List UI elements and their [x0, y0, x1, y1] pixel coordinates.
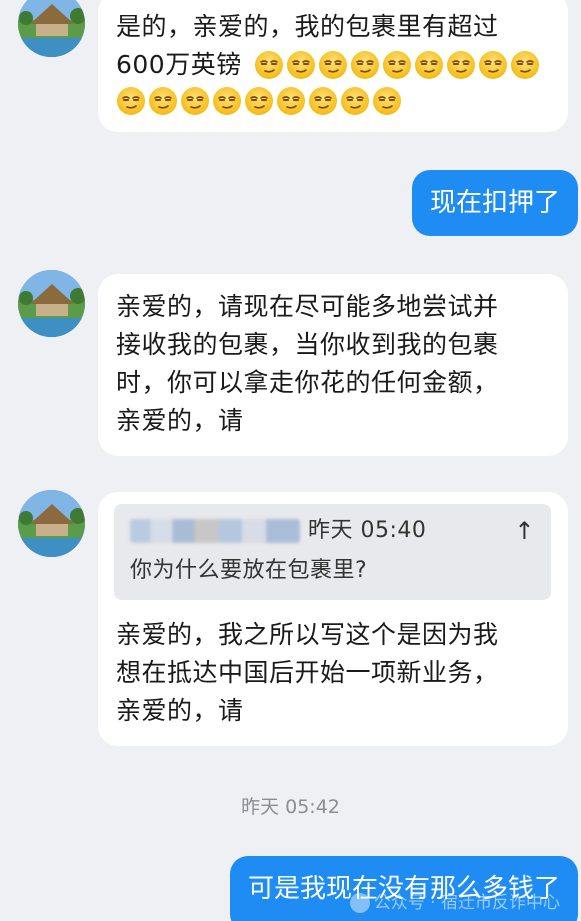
- message-text-line: 时，你可以拿走你花的任何金额，: [116, 368, 499, 397]
- smirking-face-emoji: [116, 86, 146, 116]
- message-text-line: 亲爱的，请: [116, 696, 244, 725]
- message-text-line: 接收我的包裹，当你收到我的包裹: [116, 330, 499, 359]
- watermark: 公众号 · 宿迁市反诈中心: [349, 884, 560, 921]
- smirking-face-emoji: [510, 50, 540, 80]
- wechat-icon: [349, 893, 370, 913]
- message-text-line: 亲爱的，请现在尽可能多地尝试并: [116, 292, 499, 321]
- smirking-face-emoji: [180, 86, 210, 116]
- message-text: 现在扣押了: [429, 188, 560, 218]
- quoted-message[interactable]: 昨天 05:40 ↑ 你为什么要放在包裹里?: [114, 504, 551, 600]
- message-bubble-incoming[interactable]: 亲爱的，请现在尽可能多地尝试并 接收我的包裹，当你收到我的包裹 时，你可以拿走你…: [98, 274, 568, 456]
- message-bubble-outgoing[interactable]: 可是我现在没有那么多钱了 公众号 · 宿迁市反诈中心: [229, 856, 578, 921]
- message-text-line: 亲爱的，请: [116, 406, 244, 435]
- smirking-face-emoji: [446, 50, 476, 80]
- smirking-face-emoji: [286, 50, 316, 80]
- smirking-face-emoji: [244, 86, 274, 116]
- avatar-image: [18, 270, 85, 337]
- jump-to-quote-icon[interactable]: ↑: [514, 516, 535, 546]
- contact-avatar[interactable]: [18, 270, 85, 337]
- chat-timestamp: 昨天 05:42: [241, 796, 340, 818]
- quoted-text: 你为什么要放在包裹里?: [130, 558, 368, 583]
- smirking-face-emoji: [254, 50, 284, 80]
- message-text-line: 想在抵达中国后开始一项新业务，: [116, 658, 499, 687]
- smirking-face-emoji: [372, 86, 402, 116]
- quoted-sender-name-blurred: [130, 519, 300, 543]
- smirking-face-emoji: [350, 50, 380, 80]
- smirking-face-emoji: [276, 86, 306, 116]
- contact-avatar[interactable]: [18, 0, 85, 57]
- message-bubble-outgoing[interactable]: 现在扣押了: [411, 170, 578, 236]
- emoji-group: [254, 50, 540, 80]
- message-text-line: 亲爱的，我之所以写这个是因为我: [116, 620, 499, 649]
- smirking-face-emoji: [148, 86, 178, 116]
- contact-avatar[interactable]: [18, 490, 85, 557]
- message-text-line: 是的，亲爱的，我的包裹里有超过: [116, 12, 499, 41]
- quoted-time: 昨天 05:40: [308, 518, 427, 543]
- watermark-text: 公众号 · 宿迁市反诈中心: [373, 893, 560, 913]
- smirking-face-emoji: [308, 86, 338, 116]
- smirking-face-emoji: [212, 86, 242, 116]
- emoji-group: [116, 86, 402, 116]
- message-text-line: 600万英镑: [116, 50, 242, 79]
- smirking-face-emoji: [414, 50, 444, 80]
- smirking-face-emoji: [340, 86, 370, 116]
- avatar-image: [18, 490, 85, 557]
- avatar-image: [18, 0, 85, 57]
- message-bubble-incoming[interactable]: 是的，亲爱的，我的包裹里有超过 600万英镑: [98, 0, 568, 132]
- smirking-face-emoji: [478, 50, 508, 80]
- message-bubble-incoming[interactable]: 昨天 05:40 ↑ 你为什么要放在包裹里? 亲爱的，我之所以写这个是因为我 想…: [98, 492, 568, 746]
- smirking-face-emoji: [382, 50, 412, 80]
- smirking-face-emoji: [318, 50, 348, 80]
